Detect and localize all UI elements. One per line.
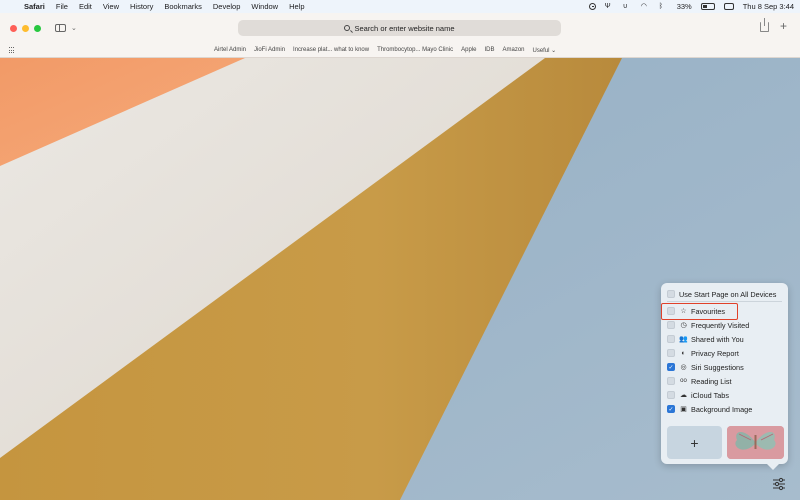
section-label: Privacy Report xyxy=(691,348,739,358)
battery-icon[interactable] xyxy=(700,3,715,10)
record-icon[interactable] xyxy=(588,3,596,10)
sync-checkbox[interactable] xyxy=(667,290,675,298)
section-label: Reading List xyxy=(691,376,732,386)
butterfly-wallpaper-thumbnail xyxy=(727,426,784,459)
menu-develop[interactable]: Develop xyxy=(213,2,241,11)
reading-list-checkbox[interactable] xyxy=(667,377,675,385)
glasses-icon: oo xyxy=(680,378,687,384)
menu-file[interactable]: File xyxy=(56,2,68,11)
background-image-checkbox[interactable]: ✓ xyxy=(667,405,675,413)
safari-toolbar: ⌄ Search or enter website name + xyxy=(0,13,800,43)
customize-start-page-panel: Use Start Page on All Devices ☆ Favourit… xyxy=(661,283,788,470)
address-placeholder: Search or enter website name xyxy=(354,23,455,33)
favorite-link[interactable]: Airtel Admin xyxy=(214,47,246,54)
menu-window[interactable]: Window xyxy=(251,2,278,11)
favorite-link[interactable]: IDB xyxy=(484,47,494,54)
section-label: Shared with You xyxy=(691,334,744,344)
zoom-button[interactable] xyxy=(34,24,41,32)
sync-label: Use Start Page on All Devices xyxy=(679,289,777,299)
close-button[interactable] xyxy=(10,24,17,32)
favourites-checkbox[interactable] xyxy=(667,307,675,315)
window-controls xyxy=(10,24,41,32)
frequently-visited-checkbox[interactable] xyxy=(667,321,675,329)
background-thumbnail[interactable] xyxy=(727,426,784,459)
menu-edit[interactable]: Edit xyxy=(79,2,92,11)
cloud-icon: ☁ xyxy=(680,392,687,399)
menu-view[interactable]: View xyxy=(103,2,119,11)
customize-settings-icon[interactable] xyxy=(772,477,786,491)
menu-app-name[interactable]: Safari xyxy=(24,2,45,11)
address-bar[interactable]: Search or enter website name xyxy=(238,20,561,36)
antenna-icon[interactable]: Ψ xyxy=(605,3,614,11)
divider xyxy=(667,301,782,302)
shield-icon: ◐ xyxy=(681,349,686,357)
add-background-button[interactable]: + xyxy=(667,426,722,459)
share-icon[interactable] xyxy=(760,18,769,32)
section-frequently-visited[interactable]: ◷ Frequently Visited xyxy=(667,319,749,331)
icloud-tabs-checkbox[interactable] xyxy=(667,391,675,399)
star-icon: ☆ xyxy=(680,308,687,315)
clock[interactable]: Thu 8 Sep 3:44 xyxy=(743,2,794,11)
siri-icon: ◎ xyxy=(680,364,687,371)
section-reading-list[interactable]: oo Reading List xyxy=(667,375,732,387)
section-privacy-report[interactable]: ◐ Privacy Report xyxy=(667,347,739,359)
paperclip-icon[interactable]: ∪ xyxy=(623,3,632,11)
favorites-folder-useful[interactable]: Useful ⌄ xyxy=(533,47,557,54)
section-shared-with-you[interactable]: 👥 Shared with You xyxy=(667,333,744,345)
minimize-button[interactable] xyxy=(22,24,29,32)
battery-percent: 33% xyxy=(676,2,692,11)
show-all-tabs-grid-icon[interactable] xyxy=(9,47,16,54)
section-label: Frequently Visited xyxy=(691,320,750,330)
people-icon: 👥 xyxy=(679,336,688,343)
privacy-report-checkbox[interactable] xyxy=(667,349,675,357)
section-siri-suggestions[interactable]: ✓ ◎ Siri Suggestions xyxy=(667,361,744,373)
favorite-link[interactable]: Amazon xyxy=(502,47,524,54)
search-icon xyxy=(344,25,351,31)
clock-icon: ◷ xyxy=(680,322,687,329)
menu-help[interactable]: Help xyxy=(289,2,304,11)
favorites-bar: Airtel Admin JioFi Admin Increase plat..… xyxy=(0,43,800,58)
image-icon: ▣ xyxy=(680,406,687,413)
favorite-link[interactable]: Increase plat... what to know xyxy=(293,47,369,54)
sidebar-toggle-icon[interactable] xyxy=(55,24,66,32)
control-center-icon[interactable] xyxy=(723,3,734,10)
section-label: iCloud Tabs xyxy=(691,390,729,400)
tab-group-chevron-icon[interactable]: ⌄ xyxy=(71,24,77,32)
macos-menubar: Safari File Edit View History Bookmarks … xyxy=(0,0,800,13)
section-label: Background Image xyxy=(691,404,753,414)
section-background-image[interactable]: ✓ ▣ Background Image xyxy=(667,403,752,415)
section-label: Siri Suggestions xyxy=(691,362,744,372)
shared-with-you-checkbox[interactable] xyxy=(667,335,675,343)
favorite-link[interactable]: Apple xyxy=(461,47,476,54)
menu-bookmarks[interactable]: Bookmarks xyxy=(164,2,202,11)
status-area: Ψ ∪ ◠ ᛒ 33% Thu 8 Sep 3:44 xyxy=(588,2,794,11)
favorites-links: Airtel Admin JioFi Admin Increase plat..… xyxy=(214,47,556,54)
sync-start-page-option[interactable]: Use Start Page on All Devices xyxy=(667,288,776,300)
siri-suggestions-checkbox[interactable]: ✓ xyxy=(667,363,675,371)
favorite-link[interactable]: JioFi Admin xyxy=(254,47,285,54)
favorite-link[interactable]: Thrombocytop... Mayo Clinic xyxy=(377,47,453,54)
section-icloud-tabs[interactable]: ☁ iCloud Tabs xyxy=(667,389,729,401)
new-tab-icon[interactable]: + xyxy=(780,19,787,33)
section-label: Favourites xyxy=(691,306,726,316)
section-favourites[interactable]: ☆ Favourites xyxy=(667,305,725,317)
menu-history[interactable]: History xyxy=(130,2,153,11)
bluetooth-icon[interactable]: ᛒ xyxy=(659,3,668,11)
wifi-icon[interactable]: ◠ xyxy=(641,3,650,11)
